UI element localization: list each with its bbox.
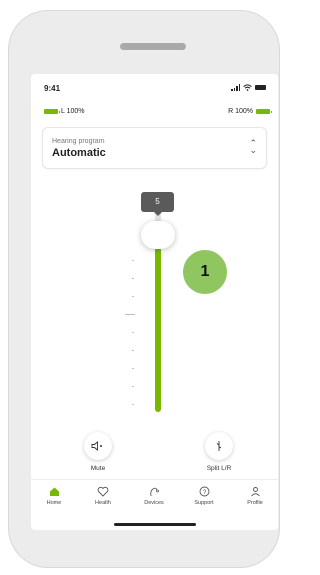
program-label: Hearing program xyxy=(52,138,105,145)
signal-icon xyxy=(231,84,240,91)
phone-battery-icon xyxy=(255,85,266,90)
slider-tick xyxy=(132,350,134,351)
person-icon xyxy=(250,487,260,497)
question-icon: ? xyxy=(199,486,209,497)
left-battery: L 100% xyxy=(44,108,84,115)
slider-tick xyxy=(132,296,134,297)
split-button[interactable] xyxy=(205,432,233,460)
right-battery-label: R 100% xyxy=(228,108,253,115)
chevron-updown-icon: ⌃ ⌄ xyxy=(249,138,257,155)
home-icon xyxy=(49,487,59,496)
tab-devices[interactable]: Devices xyxy=(134,486,174,506)
hearing-aid-battery-row: L 100% R 100% xyxy=(31,106,278,120)
tab-home[interactable]: Home xyxy=(34,486,74,506)
phone-frame: 9:41 L 100% R 100% Hearing program Autom… xyxy=(8,10,280,568)
slider-tick xyxy=(132,404,134,405)
app-screen: 9:41 L 100% R 100% Hearing program Autom… xyxy=(31,74,278,530)
status-bar: 9:41 xyxy=(31,74,278,102)
wifi-icon xyxy=(243,84,252,91)
slider-tick xyxy=(132,386,134,387)
heart-icon xyxy=(97,486,109,497)
speaker-notch xyxy=(120,43,186,50)
split-icon xyxy=(216,441,222,451)
svg-text:?: ? xyxy=(202,489,206,496)
slider-thumb[interactable] xyxy=(141,221,175,249)
split-label: Split L/R xyxy=(206,465,232,472)
right-battery: R 100% xyxy=(228,108,272,115)
volume-slider[interactable]: 5 1 xyxy=(31,184,278,414)
left-battery-label: L 100% xyxy=(61,108,85,115)
mute-action: Mute xyxy=(68,432,128,472)
status-icons xyxy=(231,84,266,91)
tab-profile[interactable]: Profile xyxy=(235,486,275,506)
mute-label: Mute xyxy=(90,465,106,472)
tab-devices-label: Devices xyxy=(144,500,164,506)
hearing-aid-icon xyxy=(150,487,159,497)
tab-health-label: Health xyxy=(95,500,111,506)
tab-health[interactable]: Health xyxy=(83,486,123,506)
right-battery-icon xyxy=(256,109,272,114)
home-indicator xyxy=(114,523,196,526)
speaker-mute-icon xyxy=(91,441,102,451)
slider-tick xyxy=(132,278,134,279)
tab-support[interactable]: ? Support xyxy=(184,486,224,506)
slider-track-fill xyxy=(155,247,161,412)
tab-support-label: Support xyxy=(194,500,214,506)
hearing-program-selector[interactable]: Hearing program Automatic ⌃ ⌄ xyxy=(43,128,266,168)
split-action: Split L/R xyxy=(189,432,249,472)
program-value: Automatic xyxy=(52,147,106,159)
bottom-tab-bar: Home Health Devices ? Support Profile xyxy=(31,479,278,512)
slider-tick xyxy=(132,260,134,261)
left-battery-icon xyxy=(44,109,60,114)
slider-tick-mid xyxy=(125,314,135,315)
tab-home-label: Home xyxy=(46,500,62,506)
callout-badge: 1 xyxy=(183,250,227,294)
status-time: 9:41 xyxy=(44,84,61,93)
volume-value-tooltip: 5 xyxy=(141,192,174,216)
mute-button[interactable] xyxy=(84,432,112,460)
slider-tick xyxy=(132,368,134,369)
slider-tick xyxy=(132,332,134,333)
tab-profile-label: Profile xyxy=(247,500,263,506)
